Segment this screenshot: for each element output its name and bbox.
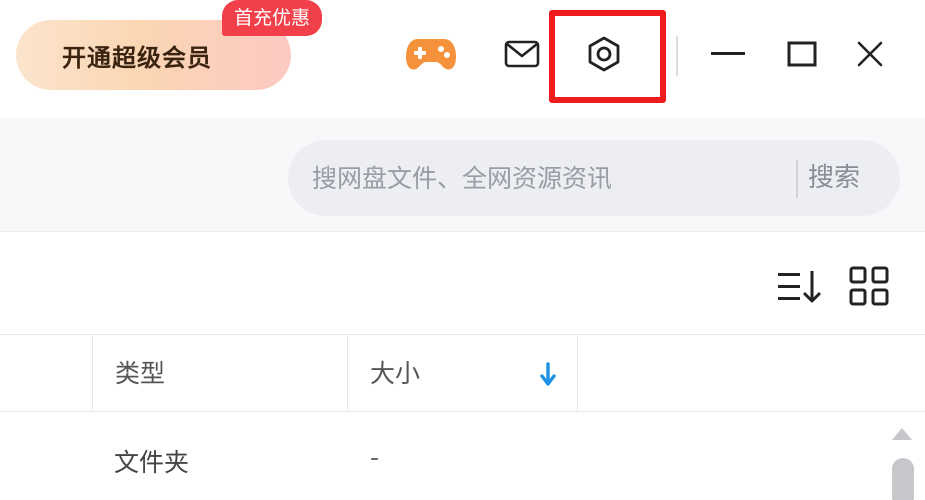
minimize-icon[interactable] (706, 34, 750, 74)
search-separator (796, 160, 798, 198)
sort-list-icon[interactable] (776, 267, 824, 307)
mail-icon[interactable] (502, 36, 542, 72)
game-controller-icon[interactable] (402, 32, 460, 76)
row-type-cell: 文件夹 (114, 448, 190, 477)
search-box: 搜索 (288, 140, 900, 216)
vip-button-label: 开通超级会员 (62, 43, 212, 72)
settings-gear-icon[interactable] (576, 28, 632, 80)
row-size-cell: - (370, 443, 380, 472)
file-table-header: 类型 大小 (0, 336, 925, 412)
search-input[interactable] (312, 140, 792, 216)
sort-descending-arrow-icon[interactable] (538, 362, 558, 388)
file-list: 文件夹 - (0, 413, 925, 500)
grid-view-icon[interactable] (848, 265, 890, 307)
file-toolbar (0, 233, 925, 335)
table-row[interactable]: 文件夹 - (0, 413, 880, 500)
first-recharge-promo-badge: 首充优惠 (222, 0, 323, 36)
maximize-icon[interactable] (780, 34, 824, 74)
search-bar-area: 搜索 (0, 118, 925, 232)
scroll-up-arrow-icon[interactable] (890, 424, 914, 442)
close-icon[interactable] (848, 32, 892, 76)
scrollbar-thumb[interactable] (892, 458, 914, 500)
title-bar: 开通超级会员 首充优惠 (0, 0, 925, 118)
titlebar-divider (676, 36, 678, 76)
search-button[interactable]: 搜索 (808, 140, 898, 216)
column-header-empty (577, 336, 925, 412)
column-header-type[interactable]: 类型 (92, 336, 347, 412)
